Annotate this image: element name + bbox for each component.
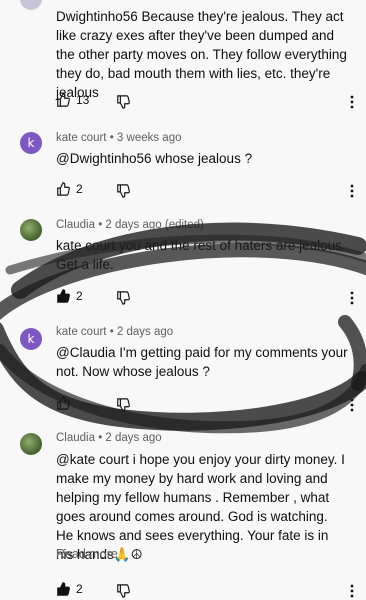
avatar[interactable] <box>20 0 42 10</box>
comment-text: kate court you and the rest of haters ar… <box>56 238 346 272</box>
more-vert-icon[interactable] <box>350 291 354 305</box>
comment-text: @Dwightinho56 whose jealous ? <box>56 151 253 166</box>
comment-time: • 2 days ago <box>98 432 162 444</box>
comment-header: kate court • 3 weeks ago <box>56 132 182 144</box>
more-vert-icon[interactable] <box>350 584 354 598</box>
like-icon[interactable] <box>56 582 70 596</box>
avatar[interactable] <box>20 219 42 241</box>
dislike-icon[interactable] <box>116 95 130 109</box>
more-vert-icon[interactable] <box>350 184 354 198</box>
like-count: 2 <box>76 582 83 596</box>
avatar[interactable] <box>20 433 42 455</box>
like-icon[interactable] <box>56 289 70 303</box>
more-vert-icon[interactable] <box>350 398 354 412</box>
comment-actions: 13 <box>56 91 89 109</box>
like-count: 13 <box>76 93 90 107</box>
dislike-icon[interactable] <box>116 584 130 598</box>
avatar[interactable]: k <box>20 132 42 154</box>
like-icon[interactable] <box>56 396 70 410</box>
author-name[interactable]: Claudia <box>56 219 95 231</box>
comment-actions: 2 <box>56 287 83 305</box>
dislike-icon[interactable] <box>116 398 130 412</box>
comment-text: Dwightinho56 Because they're jealous. Th… <box>56 9 347 100</box>
read-more-link[interactable]: Read more <box>56 547 118 561</box>
like-icon[interactable] <box>56 93 70 107</box>
comment-time: • 3 weeks ago <box>109 132 182 144</box>
comment-actions: 2 <box>56 580 83 598</box>
author-name[interactable]: kate court <box>56 326 107 338</box>
comment-text: @Claudia I'm getting paid for my comment… <box>56 345 348 379</box>
like-count: 2 <box>76 182 83 196</box>
dislike-icon[interactable] <box>116 291 130 305</box>
comment-header: Claudia • 2 days ago (edited) <box>56 219 204 231</box>
like-count: 2 <box>76 289 83 303</box>
comment-header: kate court • 2 days ago <box>56 326 173 338</box>
comment-time: • 2 days ago <box>109 326 174 338</box>
comment-actions: 2 <box>56 180 83 198</box>
more-vert-icon[interactable] <box>350 95 354 109</box>
comment-header: Claudia • 2 days ago <box>56 432 162 444</box>
author-name[interactable]: kate court <box>56 132 107 144</box>
author-name[interactable]: Claudia <box>56 432 95 444</box>
like-icon[interactable] <box>56 182 70 196</box>
comment-actions <box>56 394 70 412</box>
dislike-icon[interactable] <box>116 184 130 198</box>
comment-time: • 2 days ago (edited) <box>98 219 204 231</box>
avatar[interactable]: k <box>20 328 42 350</box>
